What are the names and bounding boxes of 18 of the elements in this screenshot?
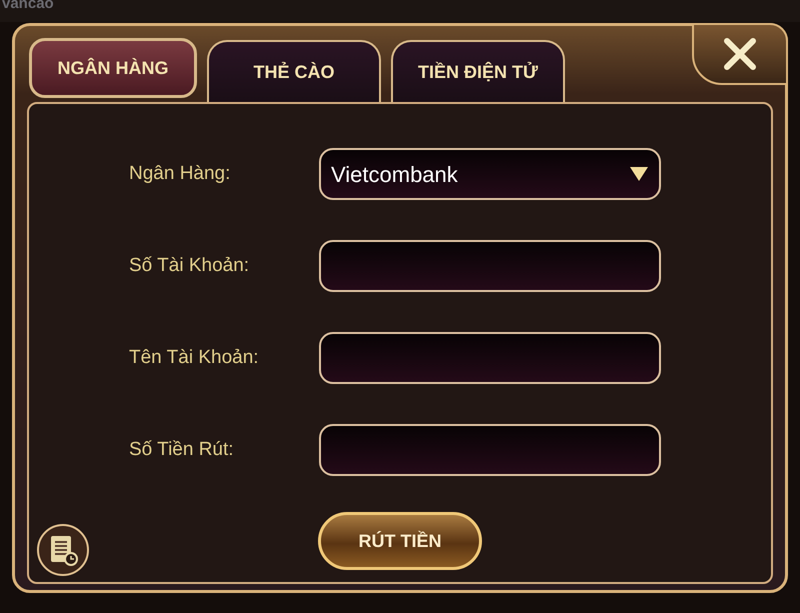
username: vancao (2, 0, 54, 12)
dropdown-caret-icon (629, 166, 649, 182)
withdraw-button[interactable]: RÚT TIỀN (318, 512, 482, 570)
tab[interactable]: THẺ CÀO (207, 40, 381, 102)
close-icon (723, 37, 757, 71)
document-clock-icon (48, 534, 78, 566)
field-label: Số Tài Khoản: (129, 254, 250, 278)
tab[interactable]: NGÂN HÀNG (29, 38, 197, 98)
input-field[interactable] (319, 332, 661, 384)
tab[interactable]: TIỀN ĐIỆN TỬ (391, 40, 565, 102)
field-label: Tên Tài Khoản: (129, 346, 260, 370)
field-label: Ngân Hàng: (129, 162, 232, 186)
input-field[interactable] (319, 240, 661, 292)
close-button[interactable] (692, 23, 788, 85)
bank-dropdown[interactable]: Vietcombank (319, 148, 661, 200)
input-field[interactable] (319, 424, 661, 476)
history-button[interactable] (37, 524, 89, 576)
field-label: Số Tiền Rút: (129, 438, 235, 462)
